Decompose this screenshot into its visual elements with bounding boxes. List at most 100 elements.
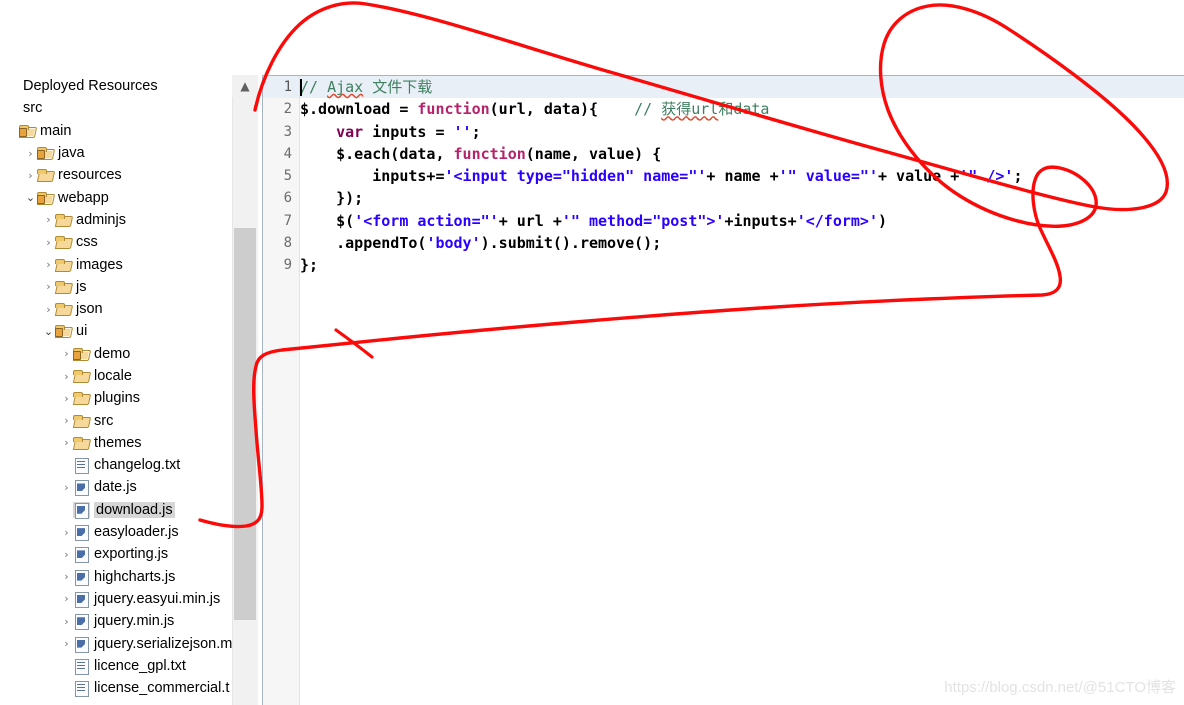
sidebar-scrollbar-thumb[interactable] (234, 228, 256, 620)
chevron-right-icon[interactable]: › (60, 415, 73, 426)
line-number: 6 (283, 190, 292, 207)
js-file-icon (73, 591, 90, 608)
tree-item-label: date.js (94, 479, 137, 496)
tree-item-java[interactable]: › java (0, 142, 232, 164)
chevron-right-icon[interactable]: › (60, 482, 73, 493)
chevron-right-icon[interactable]: › (60, 571, 73, 582)
code-line[interactable]: var inputs = ''; (300, 121, 1184, 143)
tree-item-js[interactable]: › js (0, 276, 232, 298)
folder-icon (73, 368, 90, 384)
tree-item-label: adminjs (76, 211, 126, 228)
tree-item-demo[interactable]: › demo (0, 343, 232, 365)
chevron-right-icon[interactable]: › (60, 593, 73, 604)
chevron-right-icon[interactable]: › (42, 304, 55, 315)
chevron-right-icon[interactable]: › (60, 638, 73, 649)
code-line[interactable]: // Ajax 文件下载 (300, 76, 1184, 99)
code-line-text: // Ajax 文件下载 (300, 78, 433, 96)
chevron-right-icon[interactable]: › (60, 527, 73, 538)
tree-item-label: jquery.serializejson.m (94, 635, 232, 652)
code-line[interactable]: }); (300, 187, 1184, 209)
folder-icon (73, 413, 90, 429)
code-line[interactable]: .appendTo('body').submit().remove(); (300, 232, 1184, 254)
code-line[interactable]: $('<form action="'+ url +'" method="post… (300, 210, 1184, 232)
package-badge-icon (19, 127, 27, 137)
chevron-right-icon[interactable]: › (42, 281, 55, 292)
tree-item-css[interactable]: › css (0, 231, 232, 253)
chevron-down-icon[interactable]: ⌄ (24, 192, 37, 203)
chevron-right-icon[interactable]: › (60, 371, 73, 382)
tree-item-adminjs[interactable]: › adminjs (0, 209, 232, 231)
chevron-right-icon[interactable]: › (60, 549, 73, 560)
tree-item-exporting-js[interactable]: › exporting.js (0, 543, 232, 565)
tree-item-changelog-txt[interactable]: changelog.txt (0, 454, 232, 476)
resource-tree[interactable]: Deployed Resources src main › java › resources… (0, 75, 232, 699)
source-folder-icon (37, 145, 54, 161)
chevron-right-icon[interactable]: › (60, 393, 73, 404)
watermark-text: https://blog.csdn.net/@51CTO博客 (944, 679, 1176, 696)
source-folder-icon (73, 346, 90, 362)
line-number: 3 (283, 123, 292, 140)
code-line[interactable]: inputs+='<input type="hidden" name="'+ n… (300, 165, 1184, 187)
text-file-icon (73, 457, 90, 475)
chevron-right-icon[interactable]: › (24, 148, 37, 159)
chevron-right-icon[interactable]: › (60, 437, 73, 448)
tree-item-label: plugins (94, 390, 140, 407)
chevron-right-icon[interactable]: › (42, 259, 55, 270)
text-file-icon (73, 658, 90, 675)
folder-icon (55, 257, 72, 273)
tree-item-plugins[interactable]: › plugins (0, 387, 232, 409)
code-text-area[interactable]: // Ajax 文件下载 $.download = function(url, d… (300, 76, 1184, 705)
tree-item-highcharts-js[interactable]: › highcharts.js (0, 566, 232, 588)
tree-item-ui[interactable]: ⌄ ui (0, 320, 232, 342)
tree-item-locale[interactable]: › locale (0, 365, 232, 387)
project-explorer[interactable]: Deployed Resources src main › java › resources… (0, 75, 232, 705)
code-line[interactable]: }; (300, 254, 1184, 276)
chevron-down-icon[interactable]: ⌄ (42, 326, 55, 337)
tree-item-src[interactable]: src (0, 97, 232, 119)
line-number: 8 (283, 235, 292, 252)
tree-item-main[interactable]: main (0, 120, 232, 142)
tree-item-license-commercial-t[interactable]: license_commercial.t (0, 677, 232, 699)
tree-item-date-js[interactable]: › date.js (0, 476, 232, 498)
folder-icon (55, 279, 72, 295)
tree-item-deployed-resources[interactable]: Deployed Resources (0, 75, 232, 97)
tree-item-resources[interactable]: › resources (0, 164, 232, 186)
code-editor[interactable]: 1 2 3 4 5 6 7 8 9 // Ajax 文件下载 $.download = funct… (262, 75, 1184, 705)
code-line[interactable]: $.each(data, function(name, value) { (300, 143, 1184, 165)
tree-item-label: src (23, 100, 43, 117)
tree-item-label: jquery.easyui.min.js (94, 590, 221, 607)
tree-item-easyloader-js[interactable]: › easyloader.js (0, 521, 232, 543)
tree-item-images[interactable]: › images (0, 253, 232, 275)
chevron-right-icon[interactable]: › (60, 348, 73, 359)
tree-item-label: ui (76, 323, 88, 340)
tree-item-jquery-min-js[interactable]: › jquery.min.js (0, 610, 232, 632)
chevron-right-icon[interactable]: › (24, 170, 37, 181)
chevron-up-icon[interactable]: ▲ (232, 75, 258, 97)
tree-item-src[interactable]: › src (0, 409, 232, 431)
tree-item-themes[interactable]: › themes (0, 432, 232, 454)
folder-icon (37, 167, 54, 183)
tree-item-webapp[interactable]: ⌄ webapp (0, 186, 232, 208)
code-line[interactable]: $.download = function(url, data){ // 获得u… (300, 98, 1184, 120)
js-file-icon (73, 524, 90, 542)
js-file-icon (73, 636, 90, 653)
tree-item-label: js (76, 278, 87, 295)
chevron-right-icon[interactable]: › (42, 214, 55, 225)
tree-item-download-js[interactable]: download.js (0, 499, 232, 521)
folder-icon (55, 234, 72, 250)
tree-item-licence-gpl-txt[interactable]: licence_gpl.txt (0, 655, 232, 677)
line-number: 1 (263, 76, 299, 99)
chevron-right-icon[interactable]: › (60, 616, 73, 627)
tree-item-label: highcharts.js (94, 568, 176, 585)
tree-item-label: easyloader.js (94, 524, 179, 541)
tree-item-label: css (76, 234, 98, 251)
tree-item-label: demo (94, 345, 131, 362)
source-folder-icon (19, 123, 36, 139)
tree-item-jquery-easyui-min-js[interactable]: › jquery.easyui.min.js (0, 588, 232, 610)
js-file-icon (73, 546, 90, 564)
tree-item-label: src (94, 412, 114, 429)
chevron-right-icon[interactable]: › (42, 237, 55, 248)
tree-item-jquery-serializejson-m[interactable]: › jquery.serializejson.m (0, 632, 232, 654)
tree-item-label: resources (58, 167, 122, 184)
tree-item-json[interactable]: › json (0, 298, 232, 320)
